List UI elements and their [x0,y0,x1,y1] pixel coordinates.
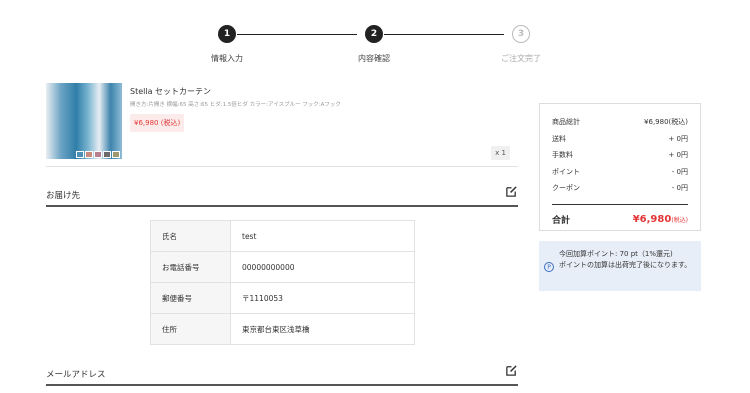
total-amount: ¥6,980 [632,213,672,225]
field-value: 00000000000 [230,251,415,283]
summary-label: ポイント [552,167,580,176]
step-number: 3 [512,25,530,43]
summary-value: + 0円 [668,134,688,143]
color-swatch [94,151,102,158]
summary-label: 送料 [552,134,566,143]
edit-icon[interactable] [505,185,518,198]
field-value: test [230,220,415,252]
product-spec: 開き方:片開き 横幅:65 高さ:65 ヒダ:1.5倍ヒダ カラー:アイスブルー… [130,102,341,108]
points-info: P 今回加算ポイント: 70 pt（1%還元) ポイントの加算は出荷完了後になり… [539,241,701,291]
summary-row: 送料 + 0円 [552,131,688,148]
field-label: お電話番号 [150,251,231,283]
summary-value: + 0円 [668,151,688,160]
color-swatch [112,151,120,158]
step-label: 情報入力 [211,54,243,63]
points-note: ポイントの加算は出荷完了後になります。 [559,261,692,269]
field-label: 氏名 [150,220,231,252]
total-label: 合計 [552,215,571,226]
table-row: お電話番号 00000000000 [150,251,415,283]
total-value: ¥6,980(税込) [633,214,688,225]
delivery-title: お届け先 [46,189,518,207]
summary-label: 商品総計 [552,118,580,127]
step-number: 1 [218,25,236,43]
delivery-address-table: 氏名 test お電話番号 00000000000 郵便番号 〒1110053 … [150,220,415,345]
step-confirm: 2 内容確認 [319,25,429,64]
color-swatches [76,151,120,158]
summary-row: 商品総計 ¥6,980(税込) [552,114,688,131]
summary-label: クーポン [552,184,580,193]
summary-label: 手数料 [552,151,573,160]
color-swatch [85,151,93,158]
table-row: 郵便番号 〒1110053 [150,282,415,314]
delivery-section-header: お届け先 [46,185,518,207]
summary-row: クーポン - 0円 [552,180,688,197]
summary-row: ポイント - 0円 [552,164,688,181]
step-label: 内容確認 [358,54,390,63]
field-value: 〒1110053 [230,282,415,314]
product-name: Stella セットカーテン [130,87,212,96]
table-row: 氏名 test [150,220,415,252]
field-label: 住所 [150,313,231,345]
product-price: ¥6,980 (税込) [130,114,185,132]
summary-total: 合計 ¥6,980(税込) [552,203,688,226]
product-quantity: x 1 [491,146,510,160]
field-label: 郵便番号 [150,282,231,314]
field-value: 東京都台東区浅草橋 [230,313,415,345]
product-image[interactable] [46,83,122,159]
step-info-input: 1 情報入力 [172,25,282,64]
order-summary: 商品総計 ¥6,980(税込) 送料 + 0円 手数料 + 0円 ポイント - … [539,103,701,231]
table-row: 住所 東京都台東区浅草橋 [150,313,415,345]
email-title: メールアドレス [46,368,518,386]
checkout-stepper: 1 情報入力 2 内容確認 3 ご注文完了 [0,0,750,70]
step-number: 2 [365,25,383,43]
cart-item: Stella セットカーテン 開き方:片開き 横幅:65 高さ:65 ヒダ:1.… [46,83,518,167]
color-swatch [103,151,111,158]
color-swatch [76,151,84,158]
point-icon: P [544,262,554,272]
summary-value: - 0円 [671,184,688,193]
summary-row: 手数料 + 0円 [552,147,688,164]
summary-value: - 0円 [671,167,688,176]
step-complete: 3 ご注文完了 [466,25,576,64]
points-earned: 今回加算ポイント: 70 pt（1%還元) [559,250,673,258]
edit-icon[interactable] [505,364,518,377]
step-label: ご注文完了 [501,54,541,63]
summary-value: ¥6,980(税込) [644,118,688,127]
total-tax-note: (税込) [671,216,688,224]
email-section-header: メールアドレス [46,364,518,386]
